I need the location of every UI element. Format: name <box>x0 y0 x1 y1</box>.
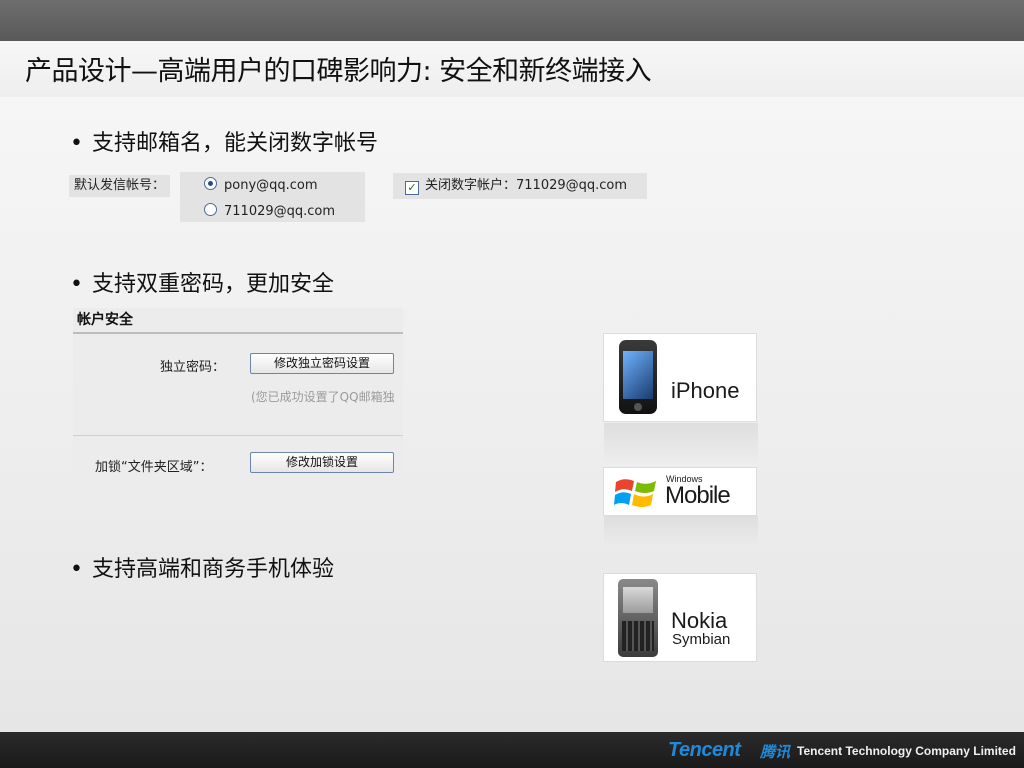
iphone-icon <box>619 340 657 414</box>
iphone-label: iPhone <box>671 378 740 403</box>
top-bar <box>0 0 1024 41</box>
bullet-dot: • <box>70 272 83 297</box>
windows-flag-icon <box>614 479 656 507</box>
bullet-password: • 支持双重密码，更加安全 <box>70 266 334 298</box>
tencent-logo-chinese: 腾讯 <box>760 743 791 761</box>
checkbox-label: 关闭数字帐户：711029@qq.com <box>425 178 628 193</box>
bullet-text: 支持邮箱名，能关闭数字帐号 <box>92 131 379 156</box>
account-security-header: 帐户安全 <box>73 308 403 334</box>
company-name: Tencent Technology Company Limited <box>797 744 1016 758</box>
iphone-reflection <box>604 423 758 463</box>
windows-mobile-reflection <box>604 516 758 546</box>
bullet-dot: • <box>70 131 83 156</box>
radio-option-pony[interactable]: pony@qq.com <box>204 177 318 193</box>
radio-option-711029[interactable]: 711029@qq.com <box>204 203 335 219</box>
bullet-dot: • <box>70 557 83 582</box>
bullet-text: 支持双重密码，更加安全 <box>92 272 335 297</box>
default-sender-label: 默认发信帐号： <box>69 175 171 197</box>
radio-selected-icon[interactable] <box>204 177 217 190</box>
radio-label: pony@qq.com <box>224 178 318 193</box>
bullet-mailbox: • 支持邮箱名，能关闭数字帐号 <box>70 125 378 157</box>
page-title: 产品设计—高端用户的口碑影响力: 安全和新终端接入 <box>25 56 652 87</box>
independent-password-note: (您已成功设置了QQ邮箱独 <box>251 390 395 404</box>
lock-folder-label: 加锁“文件夹区域”： <box>95 460 213 475</box>
nokia-symbian-logo: Nokia Symbian <box>604 574 756 661</box>
iphone-logo: iPhone <box>604 334 756 421</box>
radio-unselected-icon[interactable] <box>204 203 217 216</box>
radio-label: 711029@qq.com <box>224 204 336 219</box>
modify-independent-password-button[interactable]: 修改独立密码设置 <box>250 353 394 374</box>
modify-lock-button[interactable]: 修改加锁设置 <box>250 452 394 473</box>
independent-password-label: 独立密码： <box>160 360 226 375</box>
footer-bar: Tencent 腾讯 Tencent Technology Company Li… <box>0 732 1024 768</box>
bullet-text: 支持高端和商务手机体验 <box>92 557 335 582</box>
tencent-logo: Tencent <box>668 739 741 761</box>
sender-radio-group: pony@qq.com 711029@qq.com <box>180 172 365 222</box>
close-numeric-account-option[interactable]: ✓ 关闭数字帐户：711029@qq.com <box>393 173 647 199</box>
symbian-label: Symbian <box>672 631 731 648</box>
windows-mobile-logo: Windows Mobile <box>604 468 756 515</box>
bullet-phones: • 支持高端和商务手机体验 <box>70 551 334 583</box>
account-security-panel: 帐户安全 独立密码： 修改独立密码设置 (您已成功设置了QQ邮箱独 加锁“文件夹… <box>73 308 403 479</box>
divider <box>73 435 403 436</box>
nokia-phone-icon <box>618 579 658 657</box>
checkbox-checked-icon[interactable]: ✓ <box>405 181 419 195</box>
mobile-label: Mobile <box>665 482 731 509</box>
